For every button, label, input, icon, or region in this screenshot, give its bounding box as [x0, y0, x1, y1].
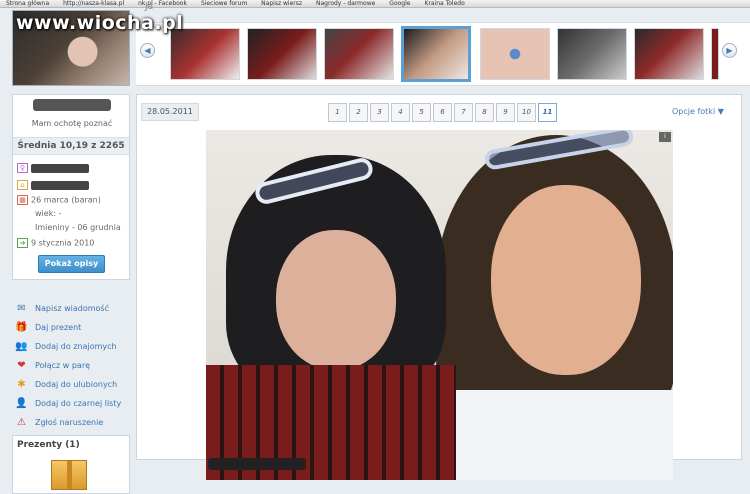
action-label: Dodaj do znajomych — [35, 342, 117, 351]
photo-thumbnail[interactable] — [711, 28, 719, 80]
site-watermark: www.wiocha.pl — [16, 12, 184, 34]
redacted-caption — [208, 458, 306, 470]
envelope-icon: ✉ — [17, 303, 26, 314]
blacklist-icon: 👤 — [15, 398, 28, 409]
redacted-text — [31, 163, 89, 173]
profile-actions: ✉ Napisz wiadomość 🎁 Daj prezent 👥 Dodaj do… — [15, 299, 133, 432]
user-icon: ♀ — [17, 163, 28, 173]
report-icon: ⚠ — [17, 417, 26, 428]
birthday-text: 26 marca (baran) — [31, 195, 101, 205]
photo-thumbnail[interactable] — [557, 28, 627, 80]
gifts-box: Prezenty (1) — [12, 435, 130, 494]
add-friend-icon: 👥 — [15, 341, 28, 352]
gifts-title: Prezenty (1) — [17, 440, 80, 450]
bookmark[interactable]: Napisz wiersz — [261, 0, 302, 7]
page-link[interactable]: 2 — [349, 103, 368, 122]
show-descriptions-button[interactable]: Pokaż opisy — [38, 255, 105, 273]
joined-icon: ➜ — [17, 238, 28, 248]
action-give-gift[interactable]: 🎁 Daj prezent — [15, 318, 133, 337]
action-label: Napisz wiadomość — [35, 304, 109, 313]
photo-thumbnail[interactable] — [324, 28, 394, 80]
page-link[interactable]: 6 — [433, 103, 452, 122]
profile-info-box: Mam ochotę poznać Średnia 10,19 z 2265 ♀… — [12, 94, 130, 280]
bookmark[interactable]: Nagrody - darmowe — [316, 0, 375, 7]
chevron-left-icon[interactable]: ◀ — [140, 43, 155, 58]
photo-region — [491, 185, 641, 375]
info-row-location: ⌂ — [17, 180, 89, 190]
main-photo[interactable]: i — [206, 130, 673, 480]
page-link-current[interactable]: 11 — [538, 103, 557, 122]
bookmark[interactable]: Kraina Toledo — [424, 0, 464, 7]
photo-thumbnail[interactable] — [247, 28, 317, 80]
heart-icon: ❤ — [17, 360, 26, 371]
pagination: 1 2 3 4 5 6 7 8 9 10 11 — [328, 103, 557, 122]
action-label: Zgłoś naruszenie — [35, 418, 104, 427]
gift-icon: 🎁 — [15, 322, 28, 333]
info-row-joined: ➜ 9 stycznia 2010 — [17, 238, 94, 248]
page-link[interactable]: 7 — [454, 103, 473, 122]
chevron-right-icon[interactable]: ▶ — [722, 43, 737, 58]
profile-greeting: Mam ochotę poznać — [31, 119, 113, 128]
action-report[interactable]: ⚠ Zgłoś naruszenie — [15, 413, 133, 432]
nameday-text: Imieniny - 06 grudnia — [35, 223, 121, 232]
action-blacklist[interactable]: 👤 Dodaj do czarnej listy — [15, 394, 133, 413]
joined-date: 9 stycznia 2010 — [31, 238, 95, 248]
action-add-favorites[interactable]: ✱ Dodaj do ulubionych — [15, 375, 133, 394]
age-text: wiek: - — [35, 209, 62, 218]
action-label: Dodaj do czarnej listy — [35, 399, 122, 408]
bookmark[interactable]: Sieciowe forum — [201, 0, 247, 7]
photo-panel: 28.05.2011 1 2 3 4 5 6 7 8 9 10 11 Opcje… — [136, 94, 742, 480]
page-link[interactable]: 5 — [412, 103, 431, 122]
gift-box-icon[interactable] — [51, 460, 87, 490]
bookmark[interactable]: http://nasza-klasa.pl — [63, 0, 124, 7]
star-icon: ✱ — [17, 379, 26, 390]
bookmark[interactable]: Strona główna — [6, 0, 49, 7]
action-pair[interactable]: ❤ Połącz w parę — [15, 356, 133, 375]
photo-thumbnail-active[interactable] — [401, 26, 471, 82]
photo-info-icon[interactable]: i — [659, 132, 671, 142]
redacted-name — [33, 99, 111, 111]
photo-region — [276, 230, 396, 370]
action-add-friend[interactable]: 👥 Dodaj do znajomych — [15, 337, 133, 356]
page-link[interactable]: 10 — [517, 103, 536, 122]
action-label: Połącz w parę — [35, 361, 91, 370]
photo-thumbnail[interactable] — [170, 28, 240, 80]
bookmarks-bar: Strona główna http://nasza-klasa.pl nk.p… — [0, 0, 750, 8]
calendar-icon: ▦ — [17, 195, 28, 205]
page-link[interactable]: 4 — [391, 103, 410, 122]
bookmark[interactable]: Google — [389, 0, 410, 7]
photo-region — [426, 390, 673, 480]
photo-thumbnails-strip: ◀ ▶ — [136, 22, 750, 86]
photo-thumbnail[interactable] — [480, 28, 550, 80]
page-link[interactable]: 3 — [370, 103, 389, 122]
action-send-message[interactable]: ✉ Napisz wiadomość — [15, 299, 133, 318]
redacted-text — [31, 180, 89, 190]
info-row-birthday: ▦ 26 marca (baran) — [17, 195, 101, 205]
location-icon: ⌂ — [17, 180, 28, 190]
page-link[interactable]: 1 — [328, 103, 347, 122]
rating-average: Średnia 10,19 z 2265 — [13, 137, 129, 155]
user-tag: Ja — [145, 2, 154, 12]
photo-options-menu[interactable]: Opcje fotki ▼ — [672, 107, 724, 116]
page-link[interactable]: 9 — [496, 103, 515, 122]
photo-thumbnail[interactable] — [634, 28, 704, 80]
action-label: Daj prezent — [35, 323, 82, 332]
page-link[interactable]: 8 — [475, 103, 494, 122]
action-label: Dodaj do ulubionych — [35, 380, 118, 389]
photo-date: 28.05.2011 — [141, 103, 199, 121]
info-row-name: ♀ — [17, 163, 89, 173]
